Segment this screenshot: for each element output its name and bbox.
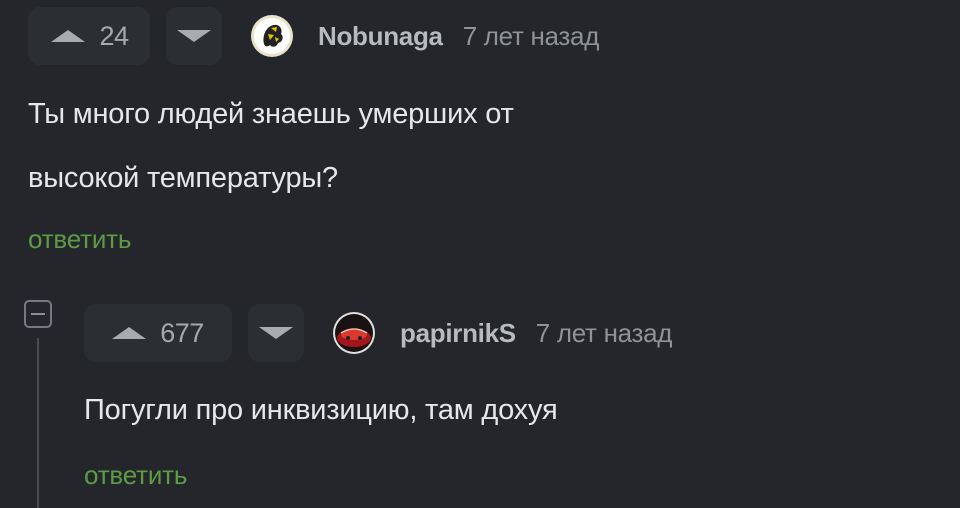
thread-line[interactable] xyxy=(37,338,39,508)
avatar[interactable] xyxy=(332,311,376,355)
comment-reply: 677 papirnikS 7 лет назад Погугли про ин… xyxy=(84,300,960,491)
avatar[interactable] xyxy=(250,14,294,58)
comment-text: Ты много людей знаешь умерших от высокой… xyxy=(28,82,960,210)
comment-header: 24 Nobunaga 7 лет назад xyxy=(28,3,960,69)
timestamp: 7 лет назад xyxy=(535,317,673,348)
upvote-button[interactable]: 677 xyxy=(84,304,232,362)
upvote-button[interactable]: 24 xyxy=(28,7,150,65)
author-name[interactable]: Nobunaga xyxy=(318,21,443,52)
comment-text-line: Ты много людей знаешь умерших от xyxy=(28,98,514,130)
upvote-icon xyxy=(51,30,86,42)
vote-count: 24 xyxy=(99,20,129,51)
comment-header: 677 papirnikS 7 лет назад xyxy=(84,300,960,366)
author-name[interactable]: papirnikS xyxy=(400,318,516,349)
comment: 24 Nobunaga 7 лет назад Ты много людей з… xyxy=(28,0,960,255)
collapse-icon[interactable] xyxy=(24,300,52,328)
downvote-button[interactable] xyxy=(248,304,304,362)
comment-text-line: высокой температуры? xyxy=(28,162,338,194)
downvote-button[interactable] xyxy=(166,7,222,65)
timestamp: 7 лет назад xyxy=(462,20,600,51)
comment-text: Погугли про инквизицию, там дохуя xyxy=(84,378,960,442)
downvote-icon xyxy=(259,327,293,339)
downvote-icon xyxy=(177,30,211,42)
comments-page: 24 Nobunaga 7 лет назад Ты много людей з… xyxy=(0,0,960,508)
upvote-icon xyxy=(112,327,147,339)
comment-text-line: Погугли про инквизицию, там дохуя xyxy=(84,394,558,426)
reply-link[interactable]: ответить xyxy=(28,224,131,255)
vote-count: 677 xyxy=(160,317,204,348)
reply-link[interactable]: ответить xyxy=(84,460,187,491)
